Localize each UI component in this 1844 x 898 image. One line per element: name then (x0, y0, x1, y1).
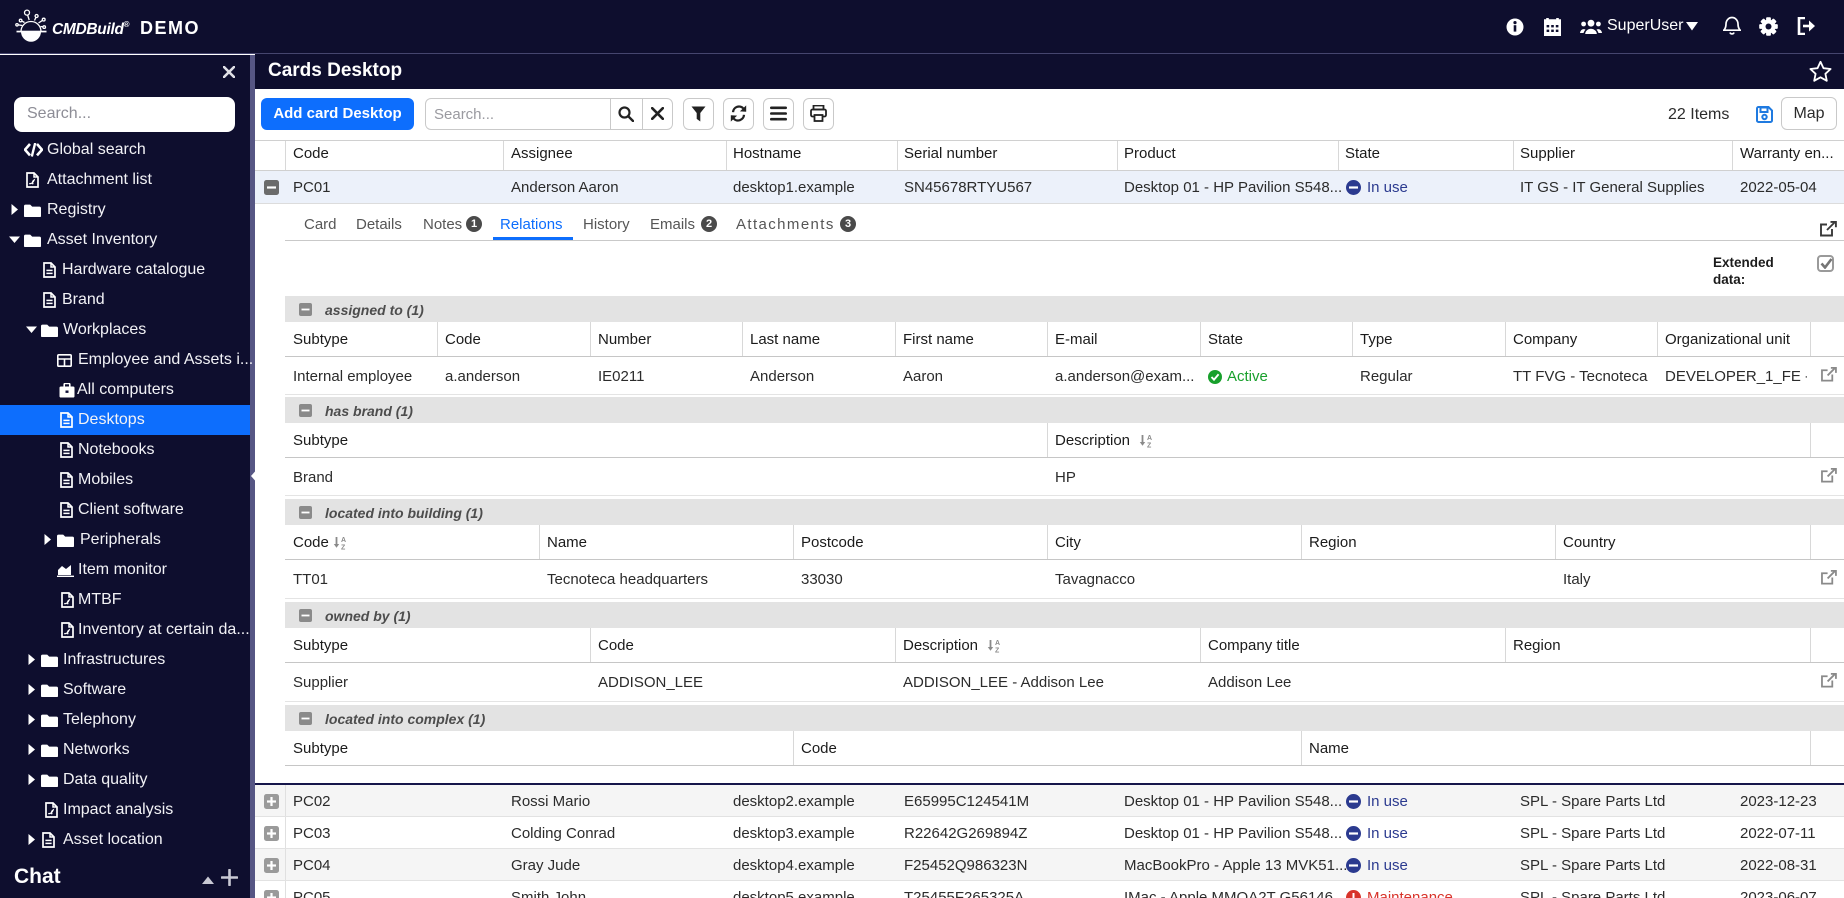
svg-text:A: A (1147, 435, 1152, 442)
svg-text:Z: Z (995, 648, 1000, 653)
svg-text:A: A (341, 537, 346, 544)
svg-text:A: A (995, 640, 1000, 647)
svg-text:Z: Z (1147, 443, 1152, 448)
svg-text:Z: Z (341, 545, 346, 550)
